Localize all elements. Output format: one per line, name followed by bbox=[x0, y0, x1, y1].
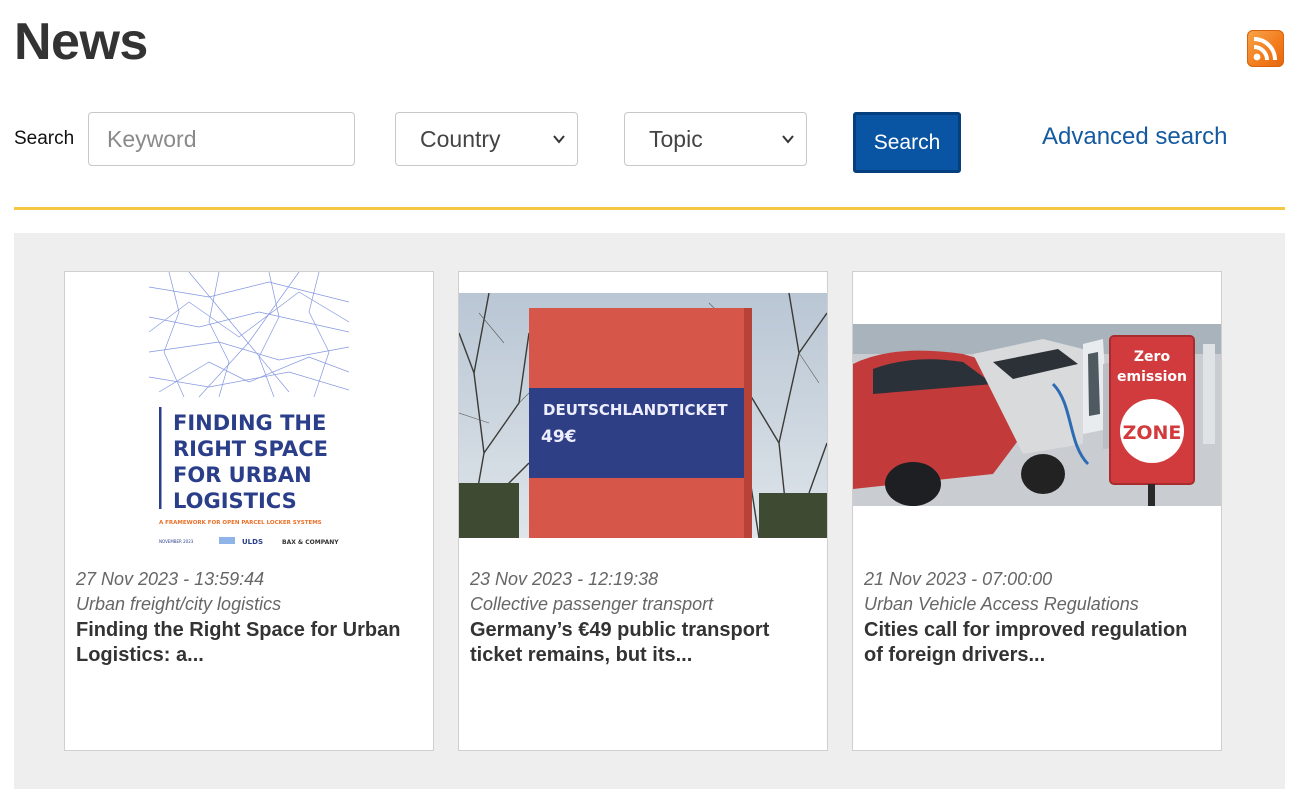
page-title: News bbox=[14, 13, 148, 71]
chevron-down-icon bbox=[553, 135, 565, 144]
search-button[interactable]: Search bbox=[853, 112, 961, 173]
topic-select[interactable]: Topic bbox=[624, 112, 807, 166]
country-select[interactable]: Country bbox=[395, 112, 578, 166]
news-card[interactable]: Zero emission ZONE 21 Nov 2023 - 07:00:0… bbox=[852, 271, 1222, 751]
rss-feed-link[interactable] bbox=[1247, 30, 1284, 67]
sign-text: DEUTSCHLANDTICKET bbox=[543, 401, 728, 419]
news-date: 27 Nov 2023 - 13:59:44 bbox=[76, 569, 265, 589]
news-title[interactable]: Cities call for improved regulation of f… bbox=[864, 618, 1209, 668]
logo-mark bbox=[219, 537, 235, 544]
news-card[interactable]: DEUTSCHLANDTICKET 49€ 23 Nov 2023 - 12:1… bbox=[458, 271, 828, 751]
news-title[interactable]: Germany’s €49 public transport ticket re… bbox=[470, 618, 815, 668]
news-card[interactable]: FINDING THE RIGHT SPACE FOR URBAN LOGIST… bbox=[64, 271, 434, 751]
cover-footer-logo: ULDS bbox=[242, 538, 263, 546]
search-label: Search bbox=[14, 128, 75, 149]
news-topic: Collective passenger transport bbox=[470, 594, 714, 614]
news-thumbnail[interactable]: DEUTSCHLANDTICKET 49€ bbox=[459, 293, 827, 538]
news-thumbnail[interactable]: Zero emission ZONE bbox=[853, 324, 1221, 506]
cover-heading-line: RIGHT SPACE bbox=[173, 437, 328, 461]
sign-text: 49€ bbox=[541, 427, 577, 447]
country-select-value: Country bbox=[420, 126, 501, 152]
sign-text: emission bbox=[1117, 369, 1187, 385]
cover-heading-line: FINDING THE bbox=[173, 411, 326, 435]
news-topic: Urban Vehicle Access Regulations bbox=[864, 594, 1139, 614]
topic-select-value: Topic bbox=[649, 126, 703, 152]
sign-text: Zero bbox=[1134, 349, 1171, 365]
cover-heading-line: FOR URBAN bbox=[173, 463, 312, 487]
cover-footer-date: NOVEMBER 2023 bbox=[159, 539, 194, 544]
news-date: 23 Nov 2023 - 12:19:38 bbox=[470, 569, 659, 589]
news-topic: Urban freight/city logistics bbox=[76, 594, 282, 614]
advanced-search-link[interactable]: Advanced search bbox=[1042, 123, 1227, 151]
rss-icon bbox=[1253, 37, 1277, 61]
cover-heading-line: LOGISTICS bbox=[173, 489, 297, 513]
cover-subtitle: A FRAMEWORK FOR OPEN PARCEL LOCKER SYSTE… bbox=[159, 520, 322, 526]
cover-footer-logo: BAX & COMPANY bbox=[282, 539, 339, 546]
sign-text: ZONE bbox=[1123, 422, 1182, 444]
news-thumbnail[interactable]: FINDING THE RIGHT SPACE FOR URBAN LOGIST… bbox=[149, 272, 349, 552]
yellow-divider bbox=[14, 207, 1285, 210]
news-title[interactable]: Finding the Right Space for Urban Logist… bbox=[76, 618, 421, 668]
chevron-down-icon bbox=[782, 135, 794, 144]
keyword-input[interactable] bbox=[88, 112, 355, 166]
news-date: 21 Nov 2023 - 07:00:00 bbox=[864, 569, 1053, 589]
